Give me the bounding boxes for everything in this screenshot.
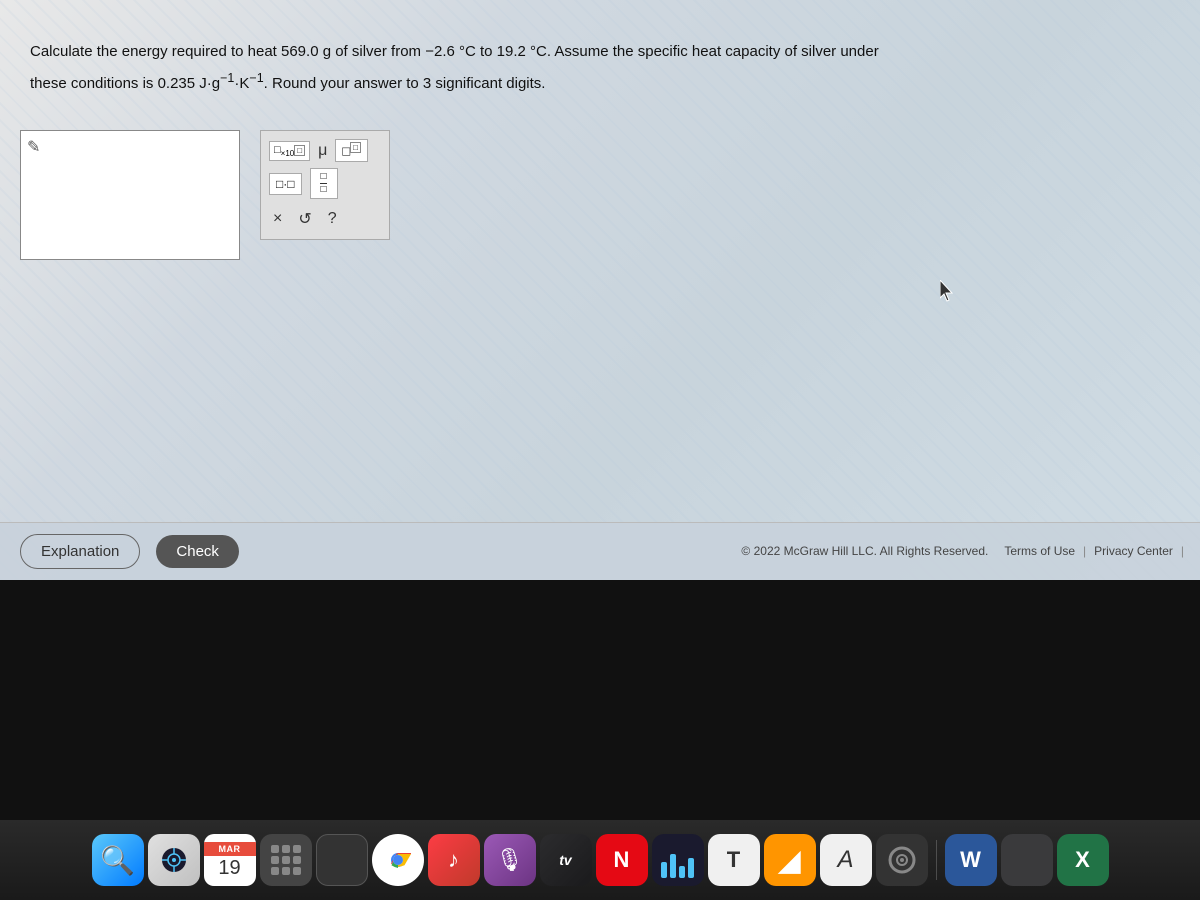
help-button[interactable]: ? bbox=[324, 208, 341, 230]
copyright-text: © 2022 McGraw Hill LLC. All Rights Reser… bbox=[741, 544, 988, 558]
macos-dock: 🔍 MAR 19 bbox=[0, 820, 1200, 900]
fraction-icon: □ □ bbox=[320, 172, 326, 195]
dock-item-appletv[interactable]: tv bbox=[540, 834, 592, 886]
dock-item-slash[interactable]: ◢ bbox=[764, 834, 816, 886]
dock-item-ring[interactable] bbox=[876, 834, 928, 886]
question-area: Calculate the energy required to heat 56… bbox=[10, 30, 1190, 110]
question-line2: these conditions is 0.235 J·g−1·K−1. Rou… bbox=[30, 68, 1170, 96]
toolbar-row-1: □×10 □ μ □□ bbox=[269, 139, 381, 162]
dock-item-netflix[interactable]: N bbox=[596, 834, 648, 886]
dock-item-word[interactable]: W bbox=[945, 834, 997, 886]
separator-2: | bbox=[1181, 544, 1184, 558]
superscript-button[interactable]: □□ bbox=[335, 139, 368, 162]
calendar-day: 19 bbox=[218, 858, 240, 878]
toolbar-row-2: □·□ □ □ bbox=[269, 168, 381, 199]
undo-button[interactable]: ↺ bbox=[294, 207, 315, 231]
explanation-button[interactable]: Explanation bbox=[20, 534, 140, 569]
question-line1: Calculate the energy required to heat 56… bbox=[30, 40, 1170, 64]
check-button[interactable]: Check bbox=[156, 535, 239, 568]
answer-region: ✎ □×10 □ μ □□ □·□ bbox=[20, 130, 390, 260]
netflix-label: N bbox=[614, 847, 630, 873]
pencil-icon: ✎ bbox=[27, 137, 40, 157]
dock-item-stats[interactable] bbox=[652, 834, 704, 886]
dock-divider bbox=[936, 840, 937, 880]
dock-item-empty-1[interactable] bbox=[316, 834, 368, 886]
dock-item-launchpad[interactable] bbox=[148, 834, 200, 886]
webpage-content: Calculate the energy required to heat 56… bbox=[0, 0, 1200, 580]
dock-item-dots[interactable] bbox=[260, 834, 312, 886]
fraction-button[interactable]: □ □ bbox=[310, 168, 338, 199]
dock-item-chrome[interactable] bbox=[372, 834, 424, 886]
dock-item-excel[interactable]: X bbox=[1057, 834, 1109, 886]
bottom-bar: Explanation Check © 2022 McGraw Hill LLC… bbox=[0, 522, 1200, 580]
dock-item-controlcenter[interactable] bbox=[1001, 834, 1053, 886]
footer-bar: © 2022 McGraw Hill LLC. All Rights Reser… bbox=[725, 522, 1200, 580]
dock-item-calendar[interactable]: MAR 19 bbox=[204, 834, 256, 886]
dock-item-music[interactable]: ♪ bbox=[428, 834, 480, 886]
dock-item-font[interactable]: T bbox=[708, 834, 760, 886]
dock-item-podcasts[interactable]: 🎙 bbox=[484, 834, 536, 886]
terms-of-use-link[interactable]: Terms of Use bbox=[1004, 544, 1075, 558]
dock-item-finder[interactable]: 🔍 bbox=[92, 834, 144, 886]
below-fold-area: 🔍 MAR 19 bbox=[0, 580, 1200, 900]
mu-symbol: μ bbox=[318, 142, 327, 160]
appletv-label: tv bbox=[559, 852, 571, 868]
cursor-arrow bbox=[940, 280, 960, 304]
clear-button[interactable]: × bbox=[269, 208, 286, 230]
dock-item-a[interactable]: A bbox=[820, 834, 872, 886]
x10-button[interactable]: □×10 □ bbox=[269, 141, 310, 161]
answer-input-box[interactable]: ✎ bbox=[20, 130, 240, 260]
multiply-button[interactable]: □·□ bbox=[269, 173, 302, 195]
privacy-center-link[interactable]: Privacy Center bbox=[1094, 544, 1173, 558]
calendar-month: MAR bbox=[204, 842, 256, 856]
toolbar-action-row: × ↺ ? bbox=[269, 207, 381, 231]
separator-1: | bbox=[1083, 544, 1086, 558]
math-toolbar: □×10 □ μ □□ □·□ □ □ bbox=[260, 130, 390, 240]
